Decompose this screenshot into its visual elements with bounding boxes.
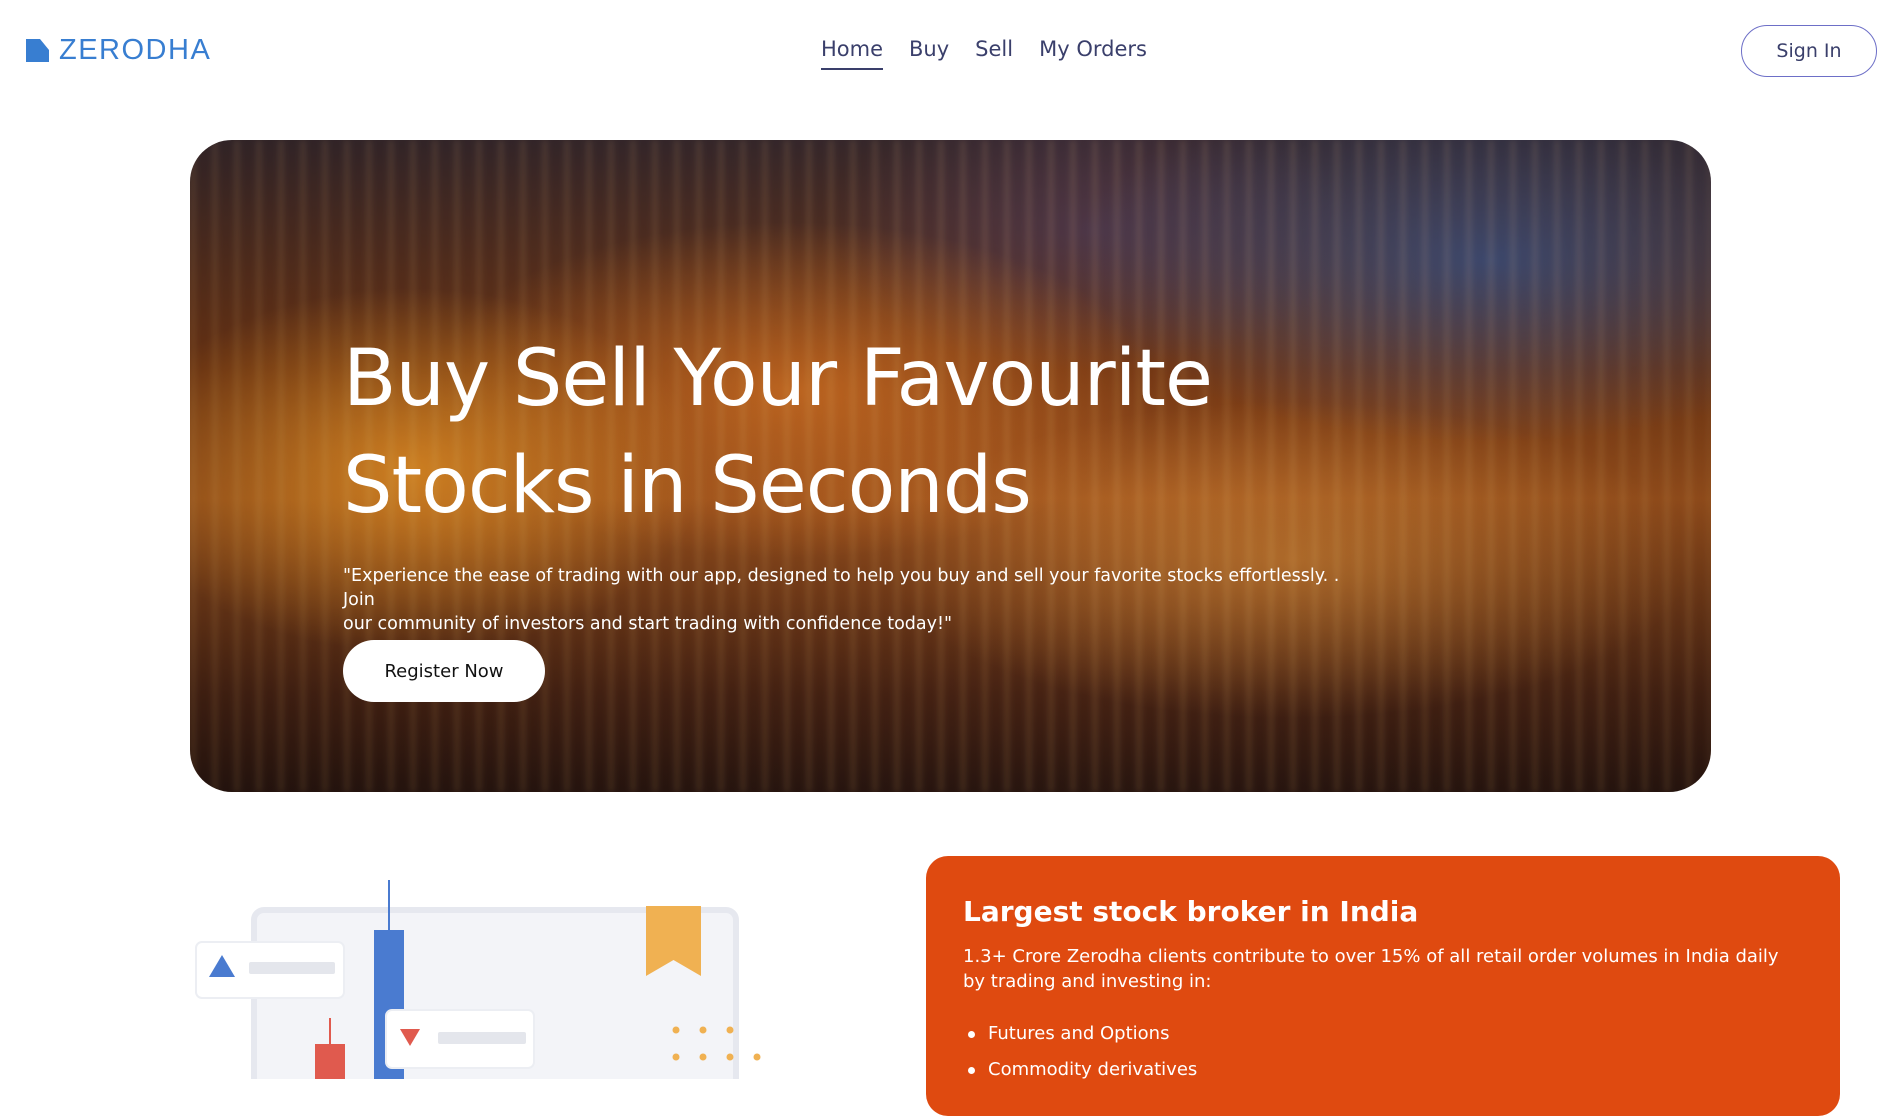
hero-title: Buy Sell Your Favourite Stocks in Second… bbox=[343, 326, 1243, 540]
nav-my-orders[interactable]: My Orders bbox=[1039, 36, 1147, 70]
trading-illustration bbox=[190, 870, 790, 1113]
info-card-title: Largest stock broker in India bbox=[963, 895, 1419, 928]
dot bbox=[726, 1026, 734, 1034]
hero-description-line1: "Experience the ease of trading with our… bbox=[343, 566, 1340, 610]
trading-illustration-graphic bbox=[195, 880, 761, 1113]
site-header: ZERODHA Home Buy Sell My Orders Sign In bbox=[0, 0, 1894, 100]
hero-description: "Experience the ease of trading with our… bbox=[343, 564, 1343, 636]
broker-info-card: Largest stock broker in India 1.3+ Crore… bbox=[926, 856, 1840, 1116]
dot bbox=[699, 1026, 707, 1034]
hero-description-line2: our community of investors and start tra… bbox=[343, 614, 953, 634]
brand-logo[interactable]: ZERODHA bbox=[26, 36, 211, 65]
list-item: Commodity derivatives bbox=[963, 1052, 1803, 1088]
down-indicator-bar bbox=[438, 1032, 526, 1044]
nav-buy[interactable]: Buy bbox=[909, 36, 949, 70]
main-nav: Home Buy Sell My Orders bbox=[821, 36, 1147, 70]
dot bbox=[753, 1053, 761, 1061]
dot bbox=[672, 1026, 680, 1034]
nav-sell[interactable]: Sell bbox=[975, 36, 1013, 70]
dot bbox=[672, 1053, 680, 1061]
list-item: Futures and Options bbox=[963, 1016, 1803, 1052]
nav-home[interactable]: Home bbox=[821, 36, 884, 70]
dot bbox=[699, 1053, 707, 1061]
register-now-button[interactable]: Register Now bbox=[343, 640, 545, 702]
hero-banner: Buy Sell Your Favourite Stocks in Second… bbox=[190, 140, 1711, 792]
hero-title-line2: Stocks in Seconds bbox=[343, 441, 1032, 531]
dot bbox=[726, 1053, 734, 1061]
hero-title-line1: Buy Sell Your Favourite bbox=[343, 334, 1213, 424]
info-card-list: Futures and Options Commodity derivative… bbox=[963, 1016, 1803, 1088]
brand-name: ZERODHA bbox=[59, 34, 212, 66]
red-candle bbox=[315, 1044, 345, 1104]
zerodha-logo-icon bbox=[26, 39, 49, 62]
info-card-description: 1.3+ Crore Zerodha clients contribute to… bbox=[963, 946, 1779, 992]
sign-in-button[interactable]: Sign In bbox=[1741, 25, 1877, 77]
up-indicator-bar bbox=[249, 962, 335, 974]
